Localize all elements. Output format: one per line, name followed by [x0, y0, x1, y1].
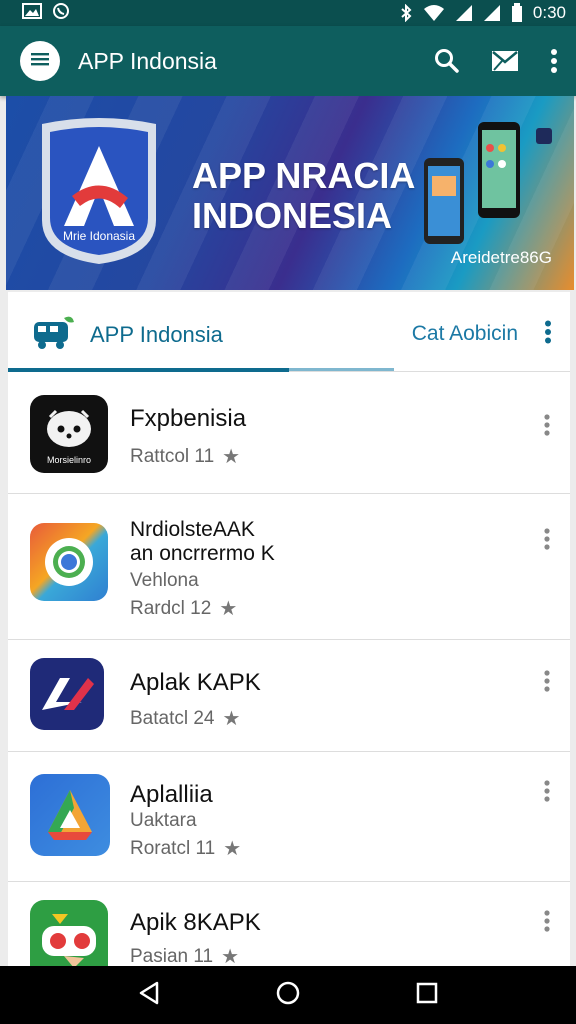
whatsapp-icon	[52, 2, 70, 25]
robot-app-icon: Morsielinro	[30, 395, 108, 473]
app-list-item[interactable]: Aplalliia Uaktara Roratcl 11 ★	[8, 752, 570, 882]
item-overflow-icon[interactable]	[544, 528, 550, 555]
app-list-item[interactable]: NrdiolsteAAK an oncrrermo K Vehlona Rard…	[8, 494, 570, 640]
game-app-icon	[30, 900, 108, 972]
app-name: Fxpbenisia	[130, 405, 247, 432]
app-name: Aplak KAPK	[130, 669, 261, 696]
rating-text: Rardcl 12	[130, 597, 212, 619]
rating-text: Batatcl 24	[130, 707, 215, 729]
apk-app-icon	[30, 658, 104, 730]
status-bar: 0:30	[0, 0, 576, 26]
app-rating: Rattcol 11 ★	[130, 444, 240, 469]
rating-text: Rattcol 11	[130, 445, 215, 467]
tab-header: APP Indonsia Cat Aobicin	[8, 292, 570, 372]
drive-app-icon	[30, 774, 110, 856]
status-time: 0:30	[532, 3, 566, 22]
tab-categories[interactable]: Cat Aobicin	[412, 322, 518, 346]
rating-text: Roratcl 11	[130, 837, 216, 859]
app-list-item[interactable]: Apik 8KAPK Pasian 11 ★	[8, 882, 570, 972]
app-list-item[interactable]: Morsielinro Fxpbenisia Rattcol 11 ★	[8, 372, 570, 494]
phones-illustration-icon	[424, 122, 552, 244]
app-list-item[interactable]: Aplak KAPK Batatcl 24 ★	[8, 640, 570, 752]
app-name: Apik 8KAPK	[130, 909, 261, 936]
app-bar: APP Indonsia	[0, 26, 576, 96]
rating-text: Pasian 11	[130, 945, 214, 967]
star-icon: ★	[219, 598, 238, 620]
item-overflow-icon[interactable]	[544, 910, 550, 937]
bluetooth-icon	[399, 4, 413, 22]
tab-overflow-icon[interactable]	[544, 320, 552, 349]
banner-headline-line2: INDONESIA	[192, 195, 393, 236]
search-icon[interactable]	[434, 48, 460, 74]
app-name: NrdiolsteAAK an oncrrermo K	[130, 518, 275, 565]
item-overflow-icon[interactable]	[544, 780, 550, 807]
star-icon: ★	[222, 708, 241, 730]
banner-headline-line1: APP NRACIA	[192, 155, 416, 196]
banner-caption: Areidetre86G	[450, 248, 552, 267]
promo-banner[interactable]: Mrie Idonasia APP NRACIA INDONESIA Areid…	[6, 96, 574, 290]
battery-icon	[511, 3, 523, 23]
app-rating: Roratcl 11 ★	[130, 836, 241, 861]
tab-primary-label: APP Indonsia	[90, 321, 223, 347]
back-icon[interactable]	[137, 980, 161, 1011]
system-nav-bar	[0, 966, 576, 1024]
hamburger-icon	[29, 50, 51, 73]
recents-icon[interactable]	[415, 981, 439, 1010]
app-rating: Batatcl 24 ★	[130, 706, 240, 731]
menu-button[interactable]	[20, 41, 60, 81]
star-icon: ★	[223, 838, 242, 860]
signal-icon	[455, 4, 473, 22]
banner-headline: APP NRACIA INDONESIA	[192, 156, 415, 236]
item-overflow-icon[interactable]	[544, 670, 550, 697]
item-overflow-icon[interactable]	[544, 414, 550, 441]
app-icon-label: Morsielinro	[46, 455, 91, 465]
signal-icon-2	[483, 4, 501, 22]
tab-app-indonesia[interactable]: APP Indonsia	[30, 312, 223, 357]
overflow-menu-icon[interactable]	[550, 48, 558, 74]
app-list-card: APP Indonsia Cat Aobicin Morsielinro Fxp…	[8, 292, 570, 972]
mail-icon[interactable]	[490, 48, 520, 74]
gallery-icon	[22, 2, 42, 24]
bus-icon	[30, 312, 76, 357]
chrome-app-icon	[30, 523, 108, 601]
app-subtitle: Uaktara	[130, 810, 197, 831]
app-name: Aplalliia	[130, 781, 213, 808]
app-rating: Rardcl 12 ★	[130, 596, 237, 621]
app-title: APP Indonsia	[78, 47, 217, 74]
star-icon: ★	[222, 446, 241, 468]
banner-logo-text: Mrie Idonasia	[62, 229, 136, 243]
app-subtitle: Vehlona	[130, 570, 199, 591]
tab-indicator-secondary	[289, 368, 394, 371]
wifi-icon	[423, 4, 445, 22]
app-logo-icon	[42, 118, 156, 264]
home-icon[interactable]	[275, 980, 301, 1011]
